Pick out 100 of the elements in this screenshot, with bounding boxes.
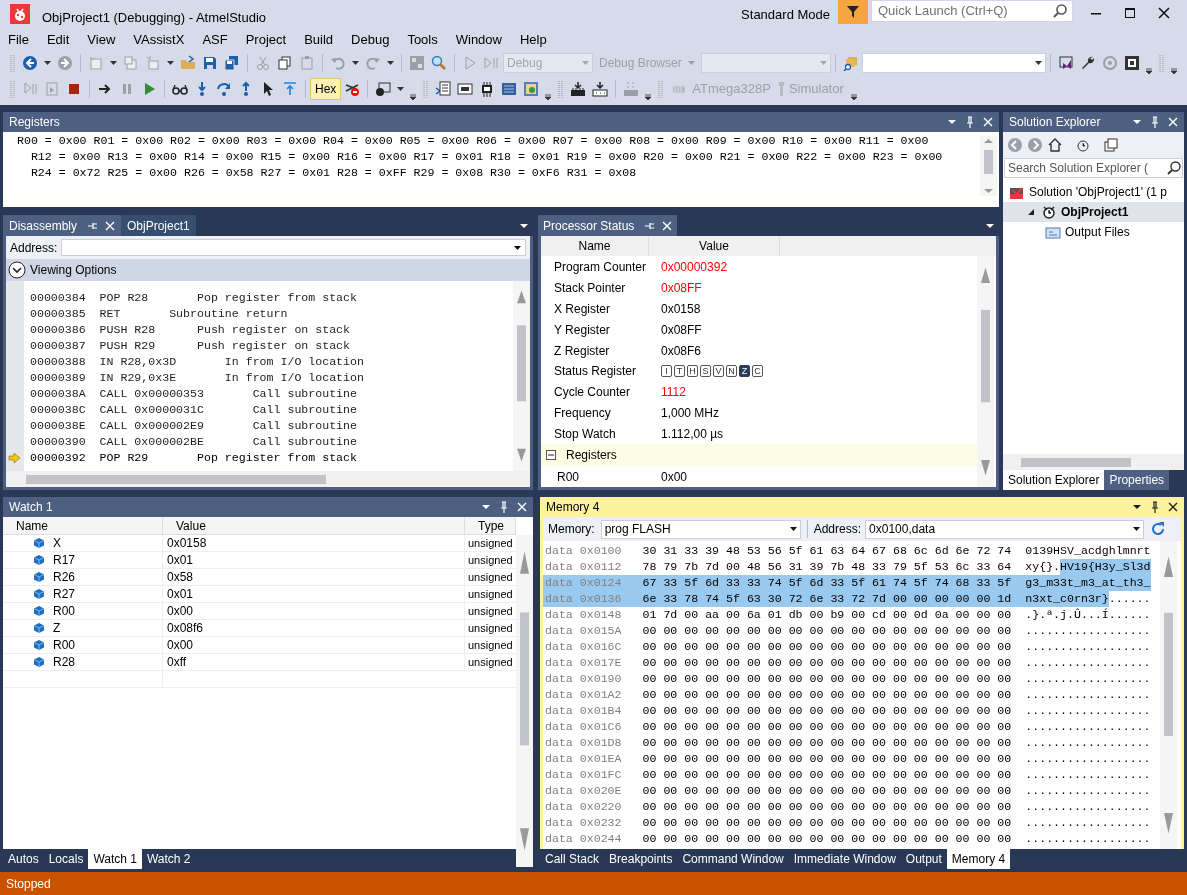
- close-icon[interactable]: [1157, 6, 1171, 20]
- toolbar-grip-icon[interactable]: [10, 79, 15, 99]
- quick-launch-field[interactable]: Quick Launch (Ctrl+Q): [871, 0, 1073, 22]
- scrollbar[interactable]: [1003, 454, 1184, 470]
- toolbar-grip-icon[interactable]: [658, 79, 664, 99]
- panel-tab[interactable]: Solution Explorer: [1003, 470, 1105, 490]
- scrollbar[interactable]: [977, 256, 994, 487]
- menu-item[interactable]: Window: [448, 30, 509, 50]
- menu-item[interactable]: Project: [238, 30, 294, 50]
- dropdown-caret-icon[interactable]: [1132, 117, 1142, 127]
- panel-tab[interactable]: Output: [900, 849, 947, 869]
- panel-tab[interactable]: Watch 2: [141, 849, 196, 869]
- scrollbar[interactable]: [1160, 541, 1177, 849]
- device-programming-icon[interactable]: [570, 81, 587, 97]
- open-folder-icon[interactable]: [180, 55, 196, 71]
- panel-tab[interactable]: Watch 1: [88, 849, 142, 869]
- menu-item[interactable]: ASF: [195, 30, 235, 50]
- dropdown-caret-icon[interactable]: [1132, 502, 1142, 512]
- menu-item[interactable]: File: [1, 30, 36, 50]
- memory-dropdown[interactable]: prog FLASH: [600, 519, 801, 539]
- collapse-icon[interactable]: [546, 450, 556, 461]
- toolbar-grip-icon[interactable]: [423, 79, 429, 99]
- restart-icon[interactable]: [22, 81, 38, 97]
- panel-tab[interactable]: Command Window: [677, 849, 789, 869]
- dropdown-caret-icon[interactable]: [44, 61, 51, 65]
- home-icon[interactable]: [1047, 137, 1063, 153]
- pin-icon[interactable]: [1150, 501, 1160, 513]
- collapse-all-icon[interactable]: [1103, 137, 1119, 153]
- panel-tab[interactable]: Properties: [1104, 470, 1170, 490]
- dropdown-caret-icon[interactable]: [519, 221, 529, 231]
- menu-item[interactable]: Tools: [400, 30, 445, 50]
- filter-button[interactable]: [838, 0, 868, 24]
- dropdown-caret-icon[interactable]: [352, 61, 359, 65]
- tree-item[interactable]: Solution 'ObjProject1' (1 p: [1003, 182, 1184, 202]
- copy-icon[interactable]: [277, 55, 293, 71]
- frame-icon[interactable]: [1123, 55, 1140, 71]
- property-name: Z Register: [553, 342, 611, 360]
- load-icon[interactable]: [592, 81, 609, 97]
- expander-icon[interactable]: [8, 261, 26, 279]
- tree-item[interactable]: ObjProject1: [1003, 202, 1184, 222]
- save-all-icon[interactable]: [224, 55, 240, 71]
- dropdown-caret-icon[interactable]: [110, 61, 117, 65]
- dropdown-caret-icon[interactable]: [397, 87, 405, 91]
- dropdown-caret-icon[interactable]: [985, 221, 995, 231]
- memory-icon[interactable]: [501, 81, 518, 97]
- maximize-icon[interactable]: [1123, 6, 1137, 20]
- menu-item[interactable]: VAssistX: [126, 30, 192, 50]
- refresh-icon[interactable]: [1150, 521, 1166, 537]
- variable-icon: [33, 554, 45, 566]
- search-field[interactable]: Search Solution Explorer (: [1004, 158, 1183, 178]
- menu-item[interactable]: Help: [513, 30, 554, 50]
- document-tab[interactable]: ObjProject1: [121, 215, 196, 236]
- expander-icon[interactable]: [1027, 208, 1035, 216]
- window-icon[interactable]: [1057, 55, 1074, 71]
- toolbar-grip-icon[interactable]: [558, 79, 564, 99]
- menu-item[interactable]: Debug: [344, 30, 397, 50]
- panel-tab[interactable]: Immediate Window: [788, 849, 901, 869]
- dropdown-caret-icon[interactable]: [947, 117, 957, 127]
- scrollbar[interactable]: [980, 136, 997, 196]
- close-icon[interactable]: [1168, 502, 1178, 512]
- tree-item[interactable]: Output Files: [1003, 222, 1184, 242]
- find-in-files-icon[interactable]: [842, 55, 859, 71]
- menu-item[interactable]: View: [80, 30, 123, 50]
- panel-tab[interactable]: Locals: [43, 849, 89, 869]
- toolbar-grip-icon[interactable]: [10, 53, 15, 73]
- panel-tab[interactable]: Memory 4: [946, 849, 1011, 869]
- variable-icon: [33, 588, 45, 600]
- disable-breakpoints-icon[interactable]: [344, 81, 361, 97]
- panel-tab[interactable]: Autos: [3, 849, 44, 869]
- address-dropdown[interactable]: 0x0100,data: [865, 519, 1144, 539]
- step-over-icon[interactable]: [216, 81, 232, 97]
- document-tab[interactable]: Processor Status: [538, 215, 678, 236]
- search-icon[interactable]: [1166, 160, 1182, 176]
- scrollbar[interactable]: [516, 535, 533, 867]
- panel-tab[interactable]: Breakpoints: [604, 849, 678, 869]
- disassembly-icon[interactable]: [435, 81, 452, 97]
- start-icon[interactable]: [462, 55, 478, 71]
- scrollbar[interactable]: [6, 471, 530, 487]
- panel-tab[interactable]: Call Stack: [540, 849, 605, 869]
- back-icon[interactable]: [22, 55, 38, 71]
- window-layout-icon[interactable]: [375, 81, 392, 97]
- dropdown-caret-icon: [1034, 61, 1042, 65]
- save-icon[interactable]: [202, 55, 218, 71]
- hex-toggle-button[interactable]: Hex: [310, 78, 342, 100]
- step-to-top-icon[interactable]: [282, 81, 298, 97]
- registers-icon[interactable]: [457, 81, 474, 97]
- viewing-options-bar[interactable]: Viewing Options: [6, 259, 530, 281]
- dropdown-caret-icon[interactable]: [167, 61, 174, 65]
- find-icon[interactable]: [431, 55, 447, 71]
- toolbar-grip-icon[interactable]: [1158, 53, 1164, 73]
- dropdown-caret-icon[interactable]: [387, 61, 394, 65]
- dropdown-caret-icon[interactable]: [481, 502, 491, 512]
- address-field[interactable]: [61, 239, 526, 256]
- scrollbar[interactable]: [513, 281, 530, 471]
- document-tab[interactable]: Disassembly: [3, 215, 121, 236]
- stop-icon[interactable]: [66, 81, 82, 97]
- forward-icon[interactable]: [57, 55, 73, 71]
- memory-bytes: 00 00 00 00 00 00 00 00 00 00 00 00 00 00 00 00 00 00: [642, 639, 1012, 655]
- menu-item[interactable]: Build: [297, 30, 341, 50]
- menu-item[interactable]: Edit: [39, 30, 77, 50]
